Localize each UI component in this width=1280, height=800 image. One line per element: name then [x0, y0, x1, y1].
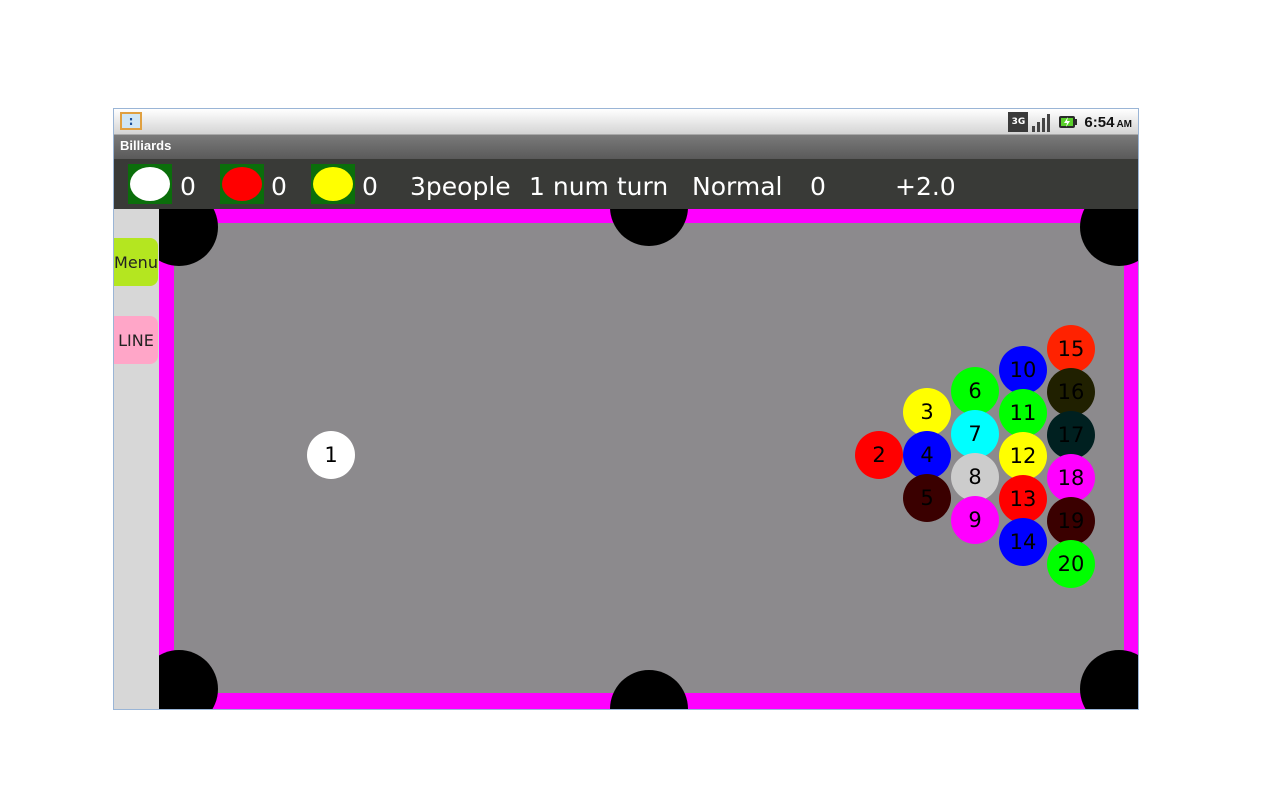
app-title-bar: Billiards	[114, 135, 1138, 159]
ball-11: 11	[999, 389, 1047, 437]
player-1-score: 0	[180, 172, 196, 201]
player-3-score: 0	[362, 172, 378, 201]
player-3-ball-icon	[313, 167, 353, 201]
ball-5: 5	[903, 474, 951, 522]
ball-4: 4	[903, 431, 951, 479]
ball-17: 17	[1047, 411, 1095, 459]
clock: 6:54 AM	[1084, 114, 1132, 131]
people-count: 3people	[410, 172, 511, 201]
shot-count: 0	[810, 172, 826, 201]
ball-15: 15	[1047, 325, 1095, 373]
ball-9: 9	[951, 496, 999, 544]
player-2-score: 0	[271, 172, 287, 201]
sidebar: Menu LINE	[114, 209, 159, 709]
ball-6: 6	[951, 367, 999, 415]
app-title: Billiards	[120, 138, 172, 153]
ball-2: 2	[855, 431, 903, 479]
ball-7: 7	[951, 410, 999, 458]
ball-3: 3	[903, 388, 951, 436]
player-2-indicator	[220, 164, 264, 204]
turn-indicator: 1 num turn	[529, 172, 669, 201]
clock-ampm: AM	[1116, 118, 1132, 130]
device-screen: : 3G 6:54 AM Billiards 0 0 0 3people 1 n…	[113, 108, 1139, 710]
ball-13: 13	[999, 475, 1047, 523]
menu-button[interactable]: Menu	[114, 238, 158, 286]
player-3-indicator	[311, 164, 355, 204]
ball-18: 18	[1047, 454, 1095, 502]
clock-time: 6:54	[1084, 113, 1115, 131]
battery-charging-icon	[1058, 113, 1078, 131]
status-bar: : 3G 6:54 AM	[114, 109, 1138, 135]
ball-19: 19	[1047, 497, 1095, 545]
pool-table[interactable]: 1 2 3 4 5 6 7 8 9 10 11 12 13 14 15 16 1…	[159, 209, 1138, 709]
player-2-ball-icon	[222, 167, 262, 201]
game-mode: Normal	[692, 172, 783, 201]
line-button[interactable]: LINE	[114, 316, 158, 364]
status-icons: 3G 6:54 AM	[1008, 111, 1132, 133]
ball-16: 16	[1047, 368, 1095, 416]
player-1-indicator	[128, 164, 172, 204]
signal-strength-icon	[1032, 112, 1054, 132]
player-1-ball-icon	[130, 167, 170, 201]
ball-14: 14	[999, 518, 1047, 566]
score-bar: 0 0 0 3people 1 num turn Normal 0 +2.0	[114, 159, 1138, 209]
ball-8: 8	[951, 453, 999, 501]
ball-10: 10	[999, 346, 1047, 394]
power-value: +2.0	[895, 172, 956, 201]
network-3g-icon: 3G	[1008, 112, 1029, 132]
ball-12: 12	[999, 432, 1047, 480]
ball-20: 20	[1047, 540, 1095, 588]
ball-1[interactable]: 1	[307, 431, 355, 479]
notification-icon[interactable]: :	[120, 112, 142, 130]
